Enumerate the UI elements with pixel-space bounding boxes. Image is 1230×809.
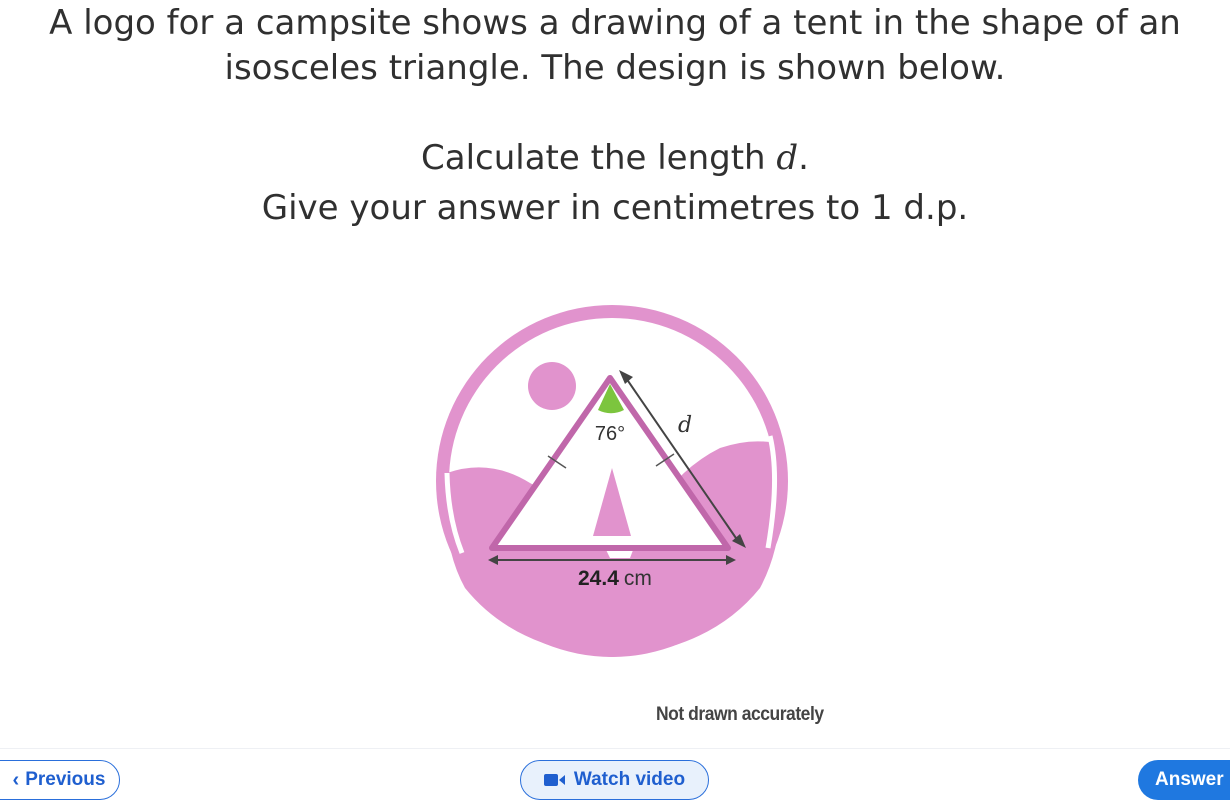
footer-divider bbox=[0, 748, 1230, 749]
side-d-label: d bbox=[678, 413, 692, 438]
not-drawn-accurately-caption: Not drawn accurately bbox=[656, 704, 824, 725]
base-value: 24.4 bbox=[578, 567, 619, 590]
sun-icon bbox=[528, 362, 576, 410]
question-line-3: Calculate the length d. bbox=[0, 135, 1230, 181]
previous-button-label: Previous bbox=[25, 769, 106, 790]
tent-logo-diagram: 76° d 24.4 cm bbox=[436, 305, 788, 657]
answer-button[interactable]: Answer bbox=[1138, 760, 1230, 800]
angle-label: 76° bbox=[595, 423, 625, 445]
question-line-3-end: . bbox=[798, 138, 809, 178]
base-length-label: 24.4 cm bbox=[578, 567, 652, 590]
question-line-1: A logo for a campsite shows a drawing of… bbox=[49, 3, 1181, 43]
question-line-4: Give your answer in centimetres to 1 d.p… bbox=[261, 188, 969, 228]
chevron-left-icon: ‹ bbox=[12, 768, 20, 791]
base-unit: cm bbox=[624, 567, 652, 590]
video-camera-icon bbox=[543, 774, 565, 786]
variable-d: d bbox=[776, 138, 799, 178]
watch-video-label: Watch video bbox=[573, 769, 686, 790]
previous-button[interactable]: ‹ Previous bbox=[0, 760, 120, 800]
question-line-3-text: Calculate the length bbox=[421, 138, 777, 178]
answer-button-label: Answer bbox=[1155, 769, 1224, 790]
watch-video-button[interactable]: Watch video bbox=[520, 760, 709, 800]
question-line-2: isosceles triangle. The design is shown … bbox=[224, 48, 1006, 88]
